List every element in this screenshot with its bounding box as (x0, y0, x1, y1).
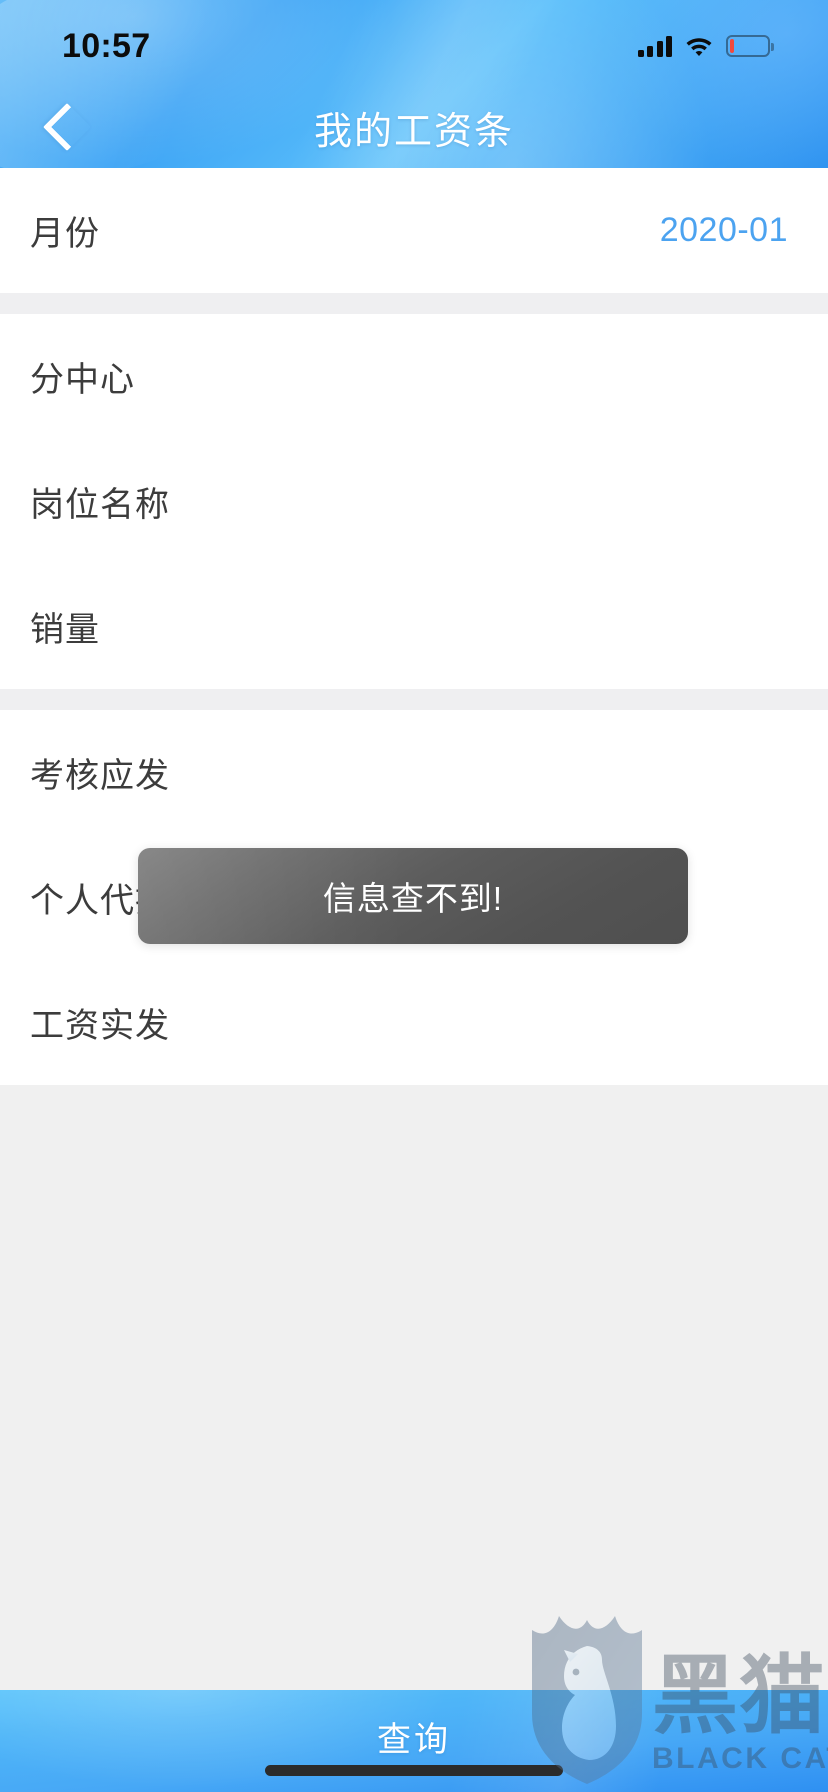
row-label: 销量 (30, 611, 100, 649)
row-label: 考核应发 (30, 757, 170, 795)
content-empty-space (0, 1085, 828, 1467)
form-row-position-name[interactable]: 岗位名称 (0, 439, 828, 564)
cellular-signal-icon (637, 35, 672, 57)
nav-bar: 我的工资条 (0, 86, 828, 168)
row-label: 岗位名称 (30, 486, 170, 524)
month-value[interactable]: 2020-01 (660, 211, 788, 250)
status-bar: 10:57 (0, 0, 828, 86)
toast-message: 信息查不到! (138, 848, 688, 944)
form-row-actual-salary[interactable]: 工资实发 (0, 960, 828, 1085)
wifi-icon (685, 36, 713, 57)
form-content: 月份 2020-01 分中心 岗位名称 销量 考核应发 个人代扣合计 工资实发 (0, 168, 828, 1792)
group-divider (0, 293, 828, 314)
query-button[interactable]: 查询 (0, 1690, 828, 1792)
form-row-month[interactable]: 月份 2020-01 (0, 168, 828, 293)
row-label: 工资实发 (30, 1007, 170, 1045)
form-group-month: 月份 2020-01 (0, 168, 828, 293)
status-bar-time: 10:57 (62, 27, 151, 65)
phone-screen: 10:57 我的工资条 月份 2020-01 分中心 岗位名称 销量 考核应发 … (0, 0, 828, 1792)
row-label: 月份 (30, 215, 100, 253)
page-title: 我的工资条 (313, 110, 514, 153)
form-group-info: 分中心 岗位名称 销量 (0, 314, 828, 689)
battery-low-icon (726, 35, 774, 57)
toast-text: 信息查不到! (322, 880, 504, 917)
form-row-branch-center[interactable]: 分中心 (0, 314, 828, 439)
chevron-left-icon (42, 102, 92, 152)
back-button[interactable] (22, 86, 104, 168)
group-divider (0, 689, 828, 710)
status-bar-icons (637, 35, 774, 57)
form-row-assessment-payable[interactable]: 考核应发 (0, 710, 828, 835)
query-button-label: 查询 (377, 1721, 451, 1759)
home-indicator (265, 1765, 563, 1776)
app-header: 10:57 我的工资条 (0, 0, 828, 168)
row-label: 分中心 (30, 361, 135, 399)
form-row-sales-volume[interactable]: 销量 (0, 564, 828, 689)
